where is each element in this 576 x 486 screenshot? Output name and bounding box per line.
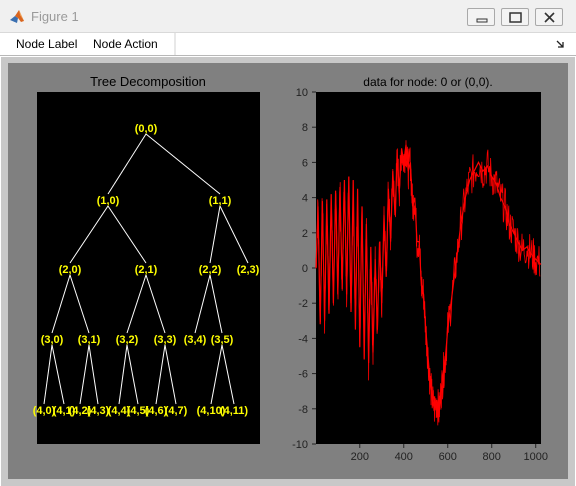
y-tick-label: 10 bbox=[296, 87, 308, 99]
y-tick-label: 0 bbox=[302, 263, 308, 275]
y-tick-label: 6 bbox=[302, 157, 308, 169]
x-tick-label: 200 bbox=[351, 451, 369, 463]
y-tick-label: -4 bbox=[298, 333, 308, 345]
y-tick-label: -2 bbox=[298, 298, 308, 310]
x-tick-label: 800 bbox=[483, 451, 501, 463]
line-plot-title: data for node: 0 or (0,0). bbox=[363, 75, 492, 89]
x-tick-label: 600 bbox=[439, 451, 457, 463]
y-tick-label: -8 bbox=[298, 404, 308, 416]
y-tick-label: 8 bbox=[302, 122, 308, 134]
x-tick-label: 1000 bbox=[523, 451, 547, 463]
y-tick-label: 2 bbox=[302, 228, 308, 240]
node-data-plot[interactable]: data for node: 0 or (0,0). -10 -8 -6 -4 -2 0 2… bbox=[0, 0, 576, 486]
y-tick-label: -10 bbox=[292, 439, 308, 451]
y-tick-label: 4 bbox=[302, 193, 308, 205]
x-tick-label: 400 bbox=[395, 451, 413, 463]
y-tick-label: -6 bbox=[298, 369, 308, 381]
